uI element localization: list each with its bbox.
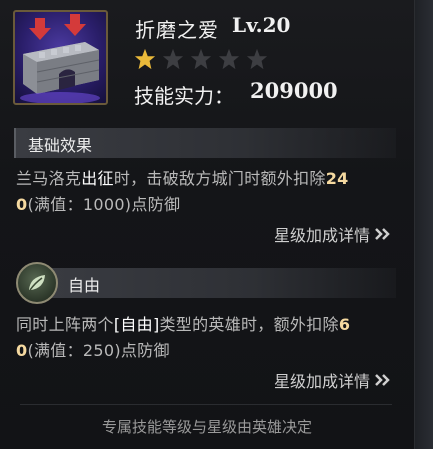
desc-text: (满值：250)点防御 [27,341,170,360]
power-value: 209000 [250,78,338,103]
desc-text: 时，击破敌方城门时额外扣除 [113,169,326,188]
desc-highlight: [自由] [113,315,160,334]
desc-text: 类型的英雄时，额外扣除 [159,315,339,334]
star-empty-icon [190,48,212,70]
star-filled-icon [134,48,156,70]
desc-value: 0 [16,341,28,360]
freedom-star-detail-link[interactable]: 星级加成详情 [274,368,392,392]
desc-text: 同时上阵两个 [16,315,114,334]
double-chevron-right-icon [375,374,390,386]
star-rating [134,48,268,70]
desc-value: 24 [325,169,349,188]
desc-text: (满值：1000)点防御 [27,195,181,214]
fortress-gate-icon [13,10,108,105]
freedom-effect-title: 自由 [68,276,101,295]
star-empty-icon [246,48,268,70]
desc-value: 6 [338,315,351,334]
basic-star-detail-link[interactable]: 星级加成详情 [274,222,392,246]
basic-effect-description: 兰马洛克出征时，击破敌方城门时额外扣除24 0(满值：1000)点防御 [16,166,396,218]
basic-effect-header: 基础效果 [14,128,396,158]
desc-text: 兰马洛克 [16,169,82,188]
footer-divider [20,404,392,405]
star-empty-icon [218,48,240,70]
desc-highlight: 出征 [81,169,114,188]
desc-value: 0 [16,195,28,214]
double-chevron-right-icon [375,228,390,240]
skill-name: 折磨之爱 [135,18,219,42]
power-label: 技能实力： [134,84,234,108]
freedom-effect-description: 同时上阵两个[自由]类型的英雄时，额外扣除6 0(满值：250)点防御 [16,312,396,364]
star-empty-icon [162,48,184,70]
leaf-badge-icon [16,262,58,304]
basic-effect-title: 基础效果 [28,136,93,155]
detail-link-label: 星级加成详情 [273,226,370,245]
detail-link-label: 星级加成详情 [273,372,370,391]
skill-detail-panel: 折磨之爱 Lv.20 技能实力： 209000 基础效果 兰马洛克出征时，击破敌… [0,0,415,449]
skill-level: Lv.20 [232,13,291,37]
freedom-effect-header: 自由 [36,268,396,298]
footer-note: 专属技能等级与星级由英雄决定 [101,418,312,436]
